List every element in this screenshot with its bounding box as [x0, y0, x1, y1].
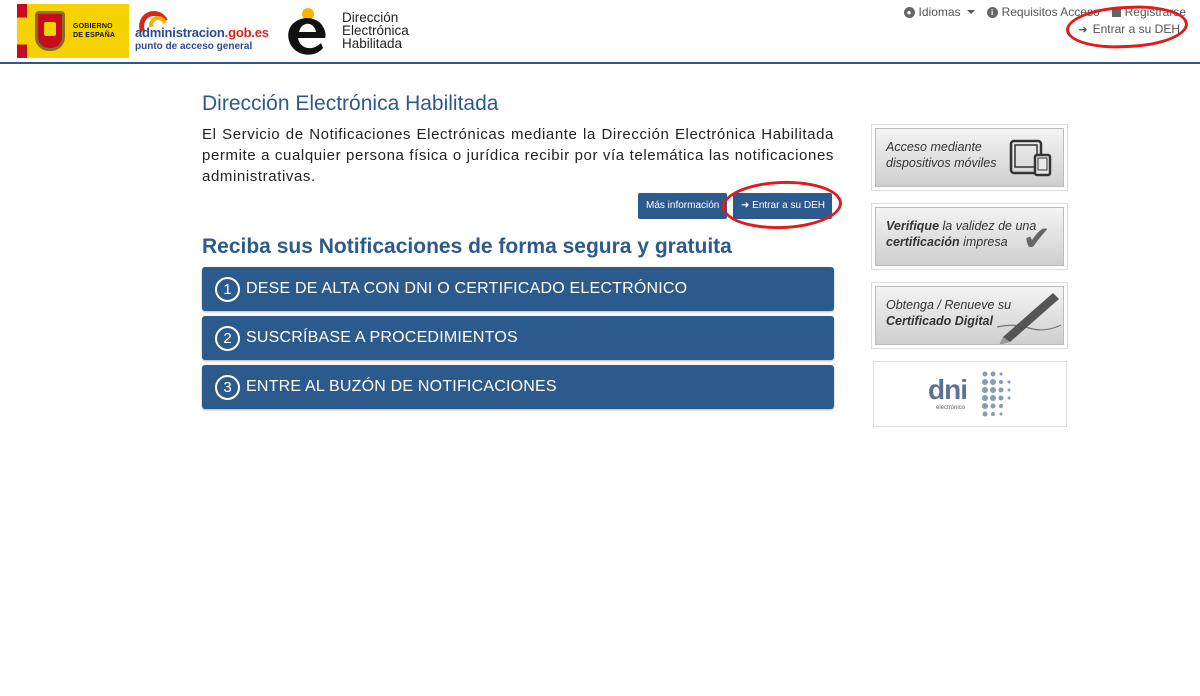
banner-text: Verifique la validez de una certificació…	[886, 219, 1037, 249]
more-info-button[interactable]: Más información	[638, 193, 727, 219]
site-header: GOBIERNO DE ESPAÑA administracion.gob.es…	[0, 0, 1200, 64]
intro-paragraph: El Servicio de Notificaciones Electrónic…	[202, 126, 834, 185]
step-number-badge: 1	[215, 276, 240, 302]
deh-e-icon	[288, 8, 326, 55]
step-number-badge: 2	[215, 325, 240, 351]
section-subtitle: Reciba sus Notificaciones de forma segur…	[202, 235, 732, 258]
dni-logo-subtitle: electrónico	[936, 405, 966, 411]
verify-certification-banner[interactable]: Verifique la validez de una certificació…	[871, 203, 1068, 270]
step-subscribe-button[interactable]: 2 SUSCRÍBASE A PROCEDIMIENTOS	[202, 316, 834, 360]
step-inbox-button[interactable]: 3 ENTRE AL BUZÓN DE NOTIFICACIONES	[202, 365, 834, 409]
dni-dots-icon	[982, 371, 1011, 417]
step-register-button[interactable]: 1 DESE DE ALTA CON DNI O CERTIFICADO ELE…	[202, 267, 834, 311]
banner-inner: Acceso mediante dispositivos móviles	[875, 128, 1064, 187]
step-label: SUSCRÍBASE A PROCEDIMIENTOS	[246, 329, 518, 346]
dni-electronico-banner[interactable]: dni electrónico	[873, 361, 1067, 427]
certificate-banner[interactable]: Obtenga / Renueve su Certificado Digital	[871, 282, 1068, 349]
languages-menu[interactable]: ● Idiomas	[903, 5, 975, 19]
banner-inner: Verifique la validez de una certificació…	[875, 207, 1064, 266]
admin-logo-subtitle: punto de acceso general	[135, 41, 253, 52]
page-title: Dirección Electrónica Habilitada	[202, 92, 499, 115]
devices-icon	[1009, 139, 1052, 177]
pen-icon	[996, 293, 1062, 344]
banner-inner: Obtenga / Renueve su Certificado Digital	[875, 286, 1064, 345]
globe-icon: ●	[903, 6, 915, 18]
step-label: ENTRE AL BUZÓN DE NOTIFICACIONES	[246, 378, 557, 395]
gov-logo-text: GOBIERNO DE ESPAÑA	[73, 23, 116, 39]
banner-text: Acceso mediante dispositivos móviles	[886, 140, 997, 170]
checkmark-icon: ✔	[1022, 220, 1052, 258]
deh-logo[interactable]: Dirección Electrónica Habilitada	[283, 4, 433, 58]
gobierno-de-espana-logo[interactable]: GOBIERNO DE ESPAÑA	[17, 4, 129, 58]
caret-down-icon	[966, 10, 975, 14]
info-icon: i	[986, 6, 998, 18]
admin-logo-name: administracion.gob.es	[135, 25, 269, 40]
step-label: DESE DE ALTA CON DNI O CERTIFICADO ELECT…	[246, 280, 688, 297]
administracion-gob-es-logo[interactable]: administracion.gob.es punto de acceso ge…	[134, 6, 280, 56]
coat-of-arms-icon	[35, 11, 65, 51]
deh-logo-text: Dirección Electrónica Habilitada	[342, 10, 409, 51]
flag-stripe	[17, 4, 27, 58]
mobile-access-banner[interactable]: Acceso mediante dispositivos móviles	[871, 124, 1068, 191]
step-number-badge: 3	[215, 374, 240, 400]
dni-logo-word: dni	[928, 374, 968, 405]
